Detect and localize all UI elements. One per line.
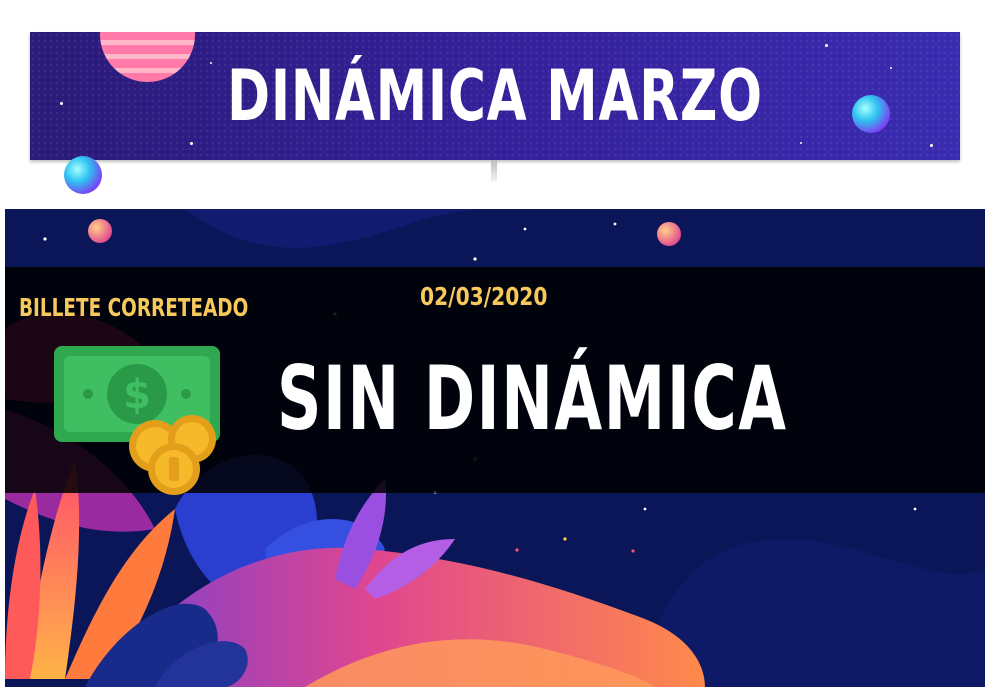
star-decoration bbox=[890, 67, 892, 69]
banner-title: DINÁMICA MARZO bbox=[227, 55, 763, 137]
svg-text:$: $ bbox=[123, 372, 151, 418]
date-label: 02/03/2020 bbox=[420, 282, 548, 311]
orb-decoration bbox=[852, 95, 890, 133]
banner-stem-decoration bbox=[491, 160, 497, 182]
star-decoration bbox=[930, 144, 933, 147]
money-bill-with-coins-icon: $ bbox=[54, 346, 220, 495]
status-title: SIN DINÁMICA bbox=[277, 347, 788, 450]
orb-decoration bbox=[64, 156, 102, 194]
main-panel: BILLETE CORRETEADO 02/03/2020 $ SIN DINÁ… bbox=[5, 209, 985, 687]
category-label: BILLETE CORRETEADO bbox=[19, 293, 249, 322]
title-banner: DINÁMICA MARZO bbox=[30, 32, 960, 160]
star-decoration bbox=[60, 102, 63, 105]
